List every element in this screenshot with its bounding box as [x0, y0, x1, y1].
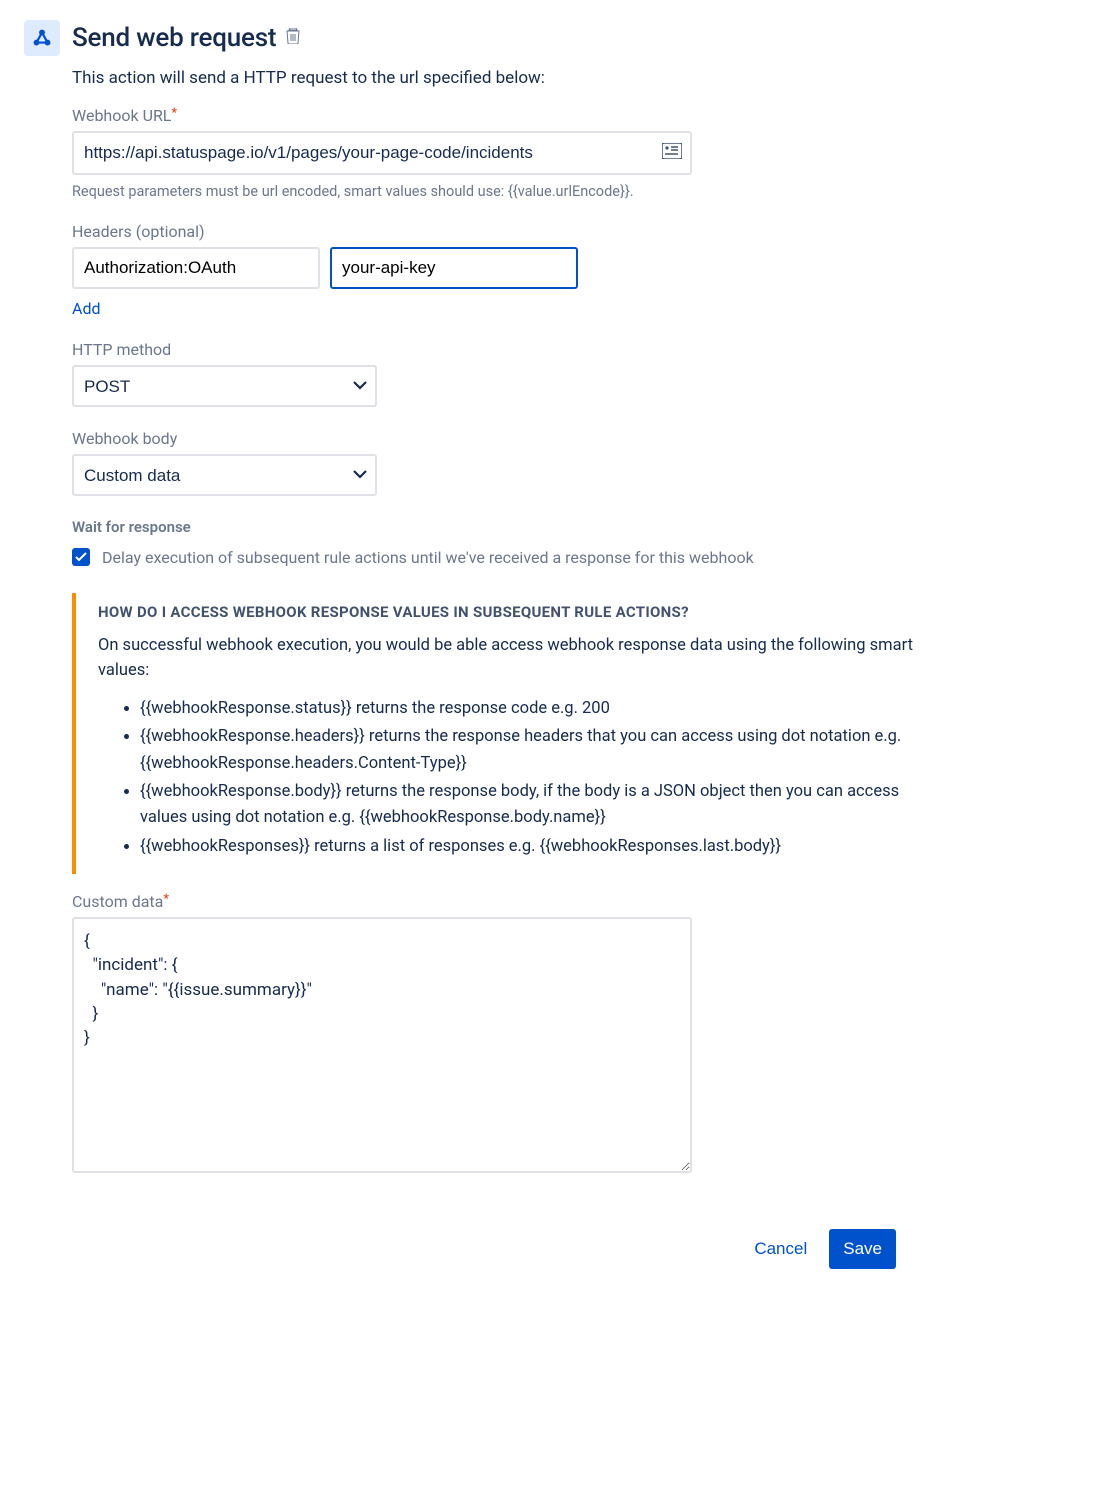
header-name-input[interactable]: [72, 247, 320, 289]
webhook-icon: [24, 20, 60, 56]
custom-data-textarea[interactable]: [72, 917, 692, 1173]
http-method-select[interactable]: POST: [72, 365, 377, 407]
info-item: {{webhookResponse.body}} returns the res…: [140, 779, 936, 832]
header-value-input[interactable]: [330, 247, 578, 289]
info-heading: HOW DO I ACCESS WEBHOOK RESPONSE VALUES …: [98, 603, 936, 621]
info-panel: HOW DO I ACCESS WEBHOOK RESPONSE VALUES …: [72, 593, 936, 874]
webhook-url-helper: Request parameters must be url encoded, …: [72, 183, 936, 200]
smart-value-picker-icon[interactable]: [662, 143, 682, 163]
wait-response-checkbox[interactable]: [72, 548, 90, 566]
custom-data-label: Custom data*: [72, 892, 936, 911]
info-item: {{webhookResponse.status}} returns the r…: [140, 696, 936, 722]
wait-response-text: Delay execution of subsequent rule actio…: [102, 546, 754, 571]
save-button[interactable]: Save: [829, 1229, 896, 1269]
webhook-url-input[interactable]: [72, 131, 692, 175]
cancel-button[interactable]: Cancel: [742, 1229, 819, 1269]
webhook-body-label: Webhook body: [72, 429, 936, 448]
panel-subtitle: This action will send a HTTP request to …: [72, 68, 936, 88]
page-title: Send web request: [72, 23, 276, 53]
webhook-url-label: Webhook URL*: [72, 106, 936, 125]
info-item: {{webhookResponses}} returns a list of r…: [140, 834, 936, 860]
info-item: {{webhookResponse.headers}} returns the …: [140, 724, 936, 777]
wait-response-label: Wait for response: [72, 518, 936, 536]
panel-header: Send web request: [24, 20, 936, 56]
delete-icon[interactable]: [286, 28, 300, 48]
headers-label: Headers (optional): [72, 222, 936, 241]
http-method-label: HTTP method: [72, 340, 936, 359]
add-header-link[interactable]: Add: [72, 299, 100, 318]
info-intro: On successful webhook execution, you wou…: [98, 633, 936, 684]
webhook-body-select[interactable]: Custom data: [72, 454, 377, 496]
